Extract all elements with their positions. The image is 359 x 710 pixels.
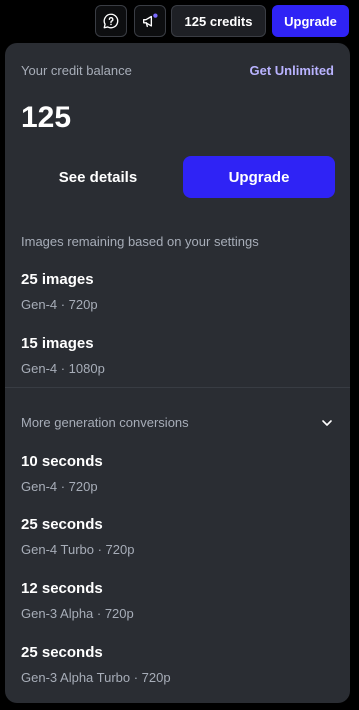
list-item-title: 25 seconds: [21, 644, 103, 661]
list-item-title: 15 images: [21, 335, 94, 352]
images-heading: Images remaining based on your settings: [21, 234, 259, 249]
top-bar: 125 credits Upgrade: [0, 4, 359, 37]
list-item-subtitle: Gen-3 Alpha Turbo · 720p: [21, 670, 171, 685]
feedback-button[interactable]: [95, 5, 127, 37]
megaphone-icon: [143, 13, 158, 28]
get-unlimited-link[interactable]: Get Unlimited: [249, 63, 334, 78]
conversions-toggle[interactable]: More generation conversions: [21, 415, 189, 430]
list-item-subtitle: Gen-4 Turbo · 720p: [21, 542, 135, 557]
credits-panel: Your credit balance Get Unlimited 125 Se…: [5, 43, 350, 703]
list-item-title: 25 images: [21, 271, 94, 288]
balance-value: 125: [21, 101, 72, 134]
upgrade-button[interactable]: Upgrade: [183, 156, 335, 198]
chat-question-icon: [103, 13, 119, 29]
notification-dot: [153, 13, 158, 18]
list-item-title: 25 seconds: [21, 516, 103, 533]
upgrade-button-top[interactable]: Upgrade: [272, 5, 349, 37]
chevron-down-icon[interactable]: [320, 416, 334, 430]
credits-button[interactable]: 125 credits: [171, 5, 266, 37]
list-item-subtitle: Gen-4 · 1080p: [21, 361, 105, 376]
divider: [5, 387, 350, 388]
list-item-title: 10 seconds: [21, 453, 103, 470]
list-item-subtitle: Gen-3 Alpha · 720p: [21, 606, 134, 621]
list-item-title: 12 seconds: [21, 580, 103, 597]
see-details-button[interactable]: See details: [21, 156, 175, 198]
balance-label: Your credit balance: [21, 63, 132, 78]
list-item-subtitle: Gen-4 · 720p: [21, 297, 98, 312]
list-item-subtitle: Gen-4 · 720p: [21, 479, 98, 494]
announcements-button[interactable]: [134, 5, 166, 37]
